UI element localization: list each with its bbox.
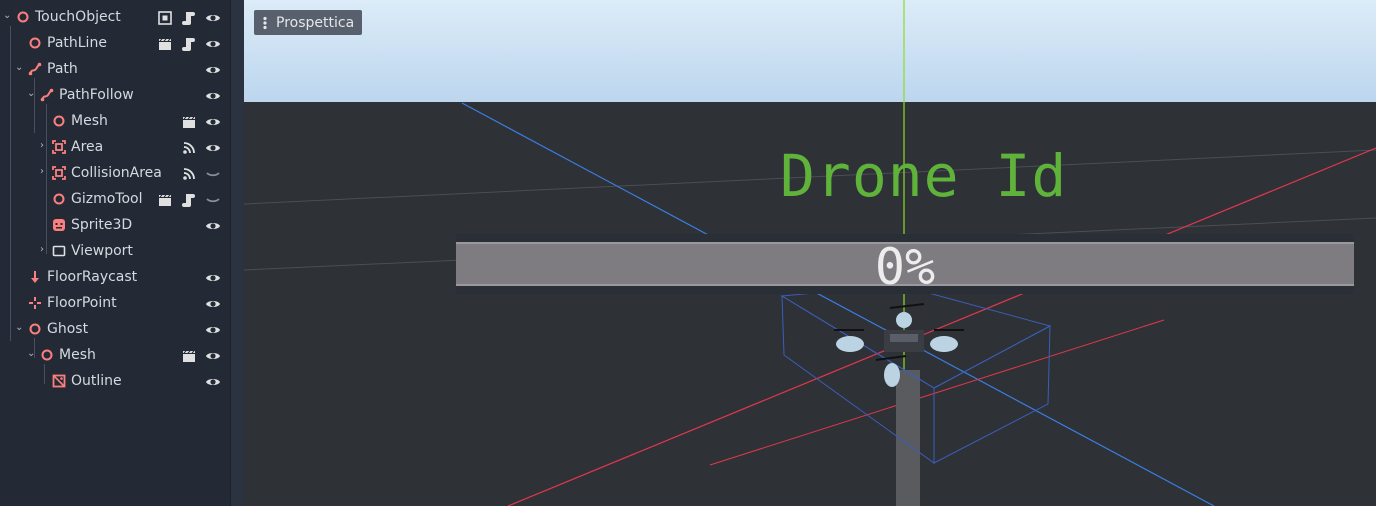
sprite3d-icon: [53, 219, 65, 231]
tree-item-gizmotool[interactable]: GizmoTool: [0, 187, 230, 213]
area-icon: [52, 166, 66, 180]
tree-item-label: Outline: [71, 373, 122, 389]
hidden-eye-icon[interactable]: [205, 166, 221, 182]
visibility-eye-icon[interactable]: [205, 88, 221, 104]
visibility-eye-icon[interactable]: [205, 114, 221, 130]
tree-item-touchobject[interactable]: ⌄ TouchObject: [0, 5, 230, 31]
script-icon[interactable]: [181, 10, 197, 26]
tree-item-label: Mesh: [59, 347, 96, 363]
perspective-menu-button[interactable]: Prospettica: [254, 10, 363, 35]
path-icon: [28, 62, 42, 76]
spatial-node-icon: [29, 323, 41, 335]
signal-icon[interactable]: [181, 166, 197, 182]
tree-item-pathline[interactable]: PathLine: [0, 31, 230, 57]
collapsed-arrow-icon[interactable]: ›: [40, 244, 50, 258]
tree-item-outline[interactable]: Outline: [0, 369, 230, 395]
expand-arrow-icon[interactable]: ⌄: [27, 348, 37, 362]
scene-tree-panel: ⌄ TouchObject PathLine ⌄ Path ⌄ PathFoll…: [0, 0, 230, 506]
drone-id-label: Drone Id: [780, 142, 1068, 210]
collapsed-arrow-icon[interactable]: ›: [40, 166, 50, 180]
visibility-eye-icon[interactable]: [205, 140, 221, 156]
tree-item-label: Ghost: [47, 321, 89, 337]
tree-item-label: Sprite3D: [71, 217, 133, 233]
tree-item-collisionarea[interactable]: › CollisionArea: [0, 161, 230, 187]
tree-item-label: FloorPoint: [47, 295, 117, 311]
position3d-icon: [29, 297, 41, 309]
mesh-instance-icon: [52, 374, 66, 388]
tree-item-floorpoint[interactable]: FloorPoint: [0, 291, 230, 317]
progress-text: 0%: [874, 238, 936, 296]
visibility-eye-icon[interactable]: [205, 296, 221, 312]
tree-item-path[interactable]: ⌄ Path: [0, 57, 230, 83]
signal-icon[interactable]: [181, 140, 197, 156]
view-mode-label: Prospettica: [276, 14, 355, 31]
script-icon[interactable]: [181, 192, 197, 208]
tree-item-label: PathLine: [47, 35, 107, 51]
tree-item-pathfollow[interactable]: ⌄ PathFollow: [0, 83, 230, 109]
clapperboard-icon[interactable]: [157, 192, 173, 208]
visibility-eye-icon[interactable]: [205, 62, 221, 78]
raycast-icon: [31, 271, 39, 283]
3d-viewport[interactable]: Prospettica Drone Id 0%: [244, 0, 1376, 506]
collapsed-arrow-icon[interactable]: ›: [40, 140, 50, 154]
group-select-icon[interactable]: [157, 10, 173, 26]
tree-item-label: Path: [47, 61, 78, 77]
spatial-node-icon: [17, 11, 29, 23]
tree-item-area[interactable]: › Area: [0, 135, 230, 161]
spatial-node-icon: [29, 37, 41, 49]
tree-item-label: CollisionArea: [71, 165, 162, 181]
visibility-eye-icon[interactable]: [205, 374, 221, 390]
expand-arrow-icon[interactable]: ⌄: [27, 88, 37, 102]
visibility-eye-icon[interactable]: [205, 348, 221, 364]
tree-item-floorraycast[interactable]: FloorRaycast: [0, 265, 230, 291]
tree-item-label: TouchObject: [35, 9, 121, 25]
tree-item-mesh[interactable]: Mesh: [0, 109, 230, 135]
path-follow-icon: [40, 88, 54, 102]
visibility-eye-icon[interactable]: [205, 218, 221, 234]
hidden-eye-icon[interactable]: [205, 192, 221, 208]
viewport-icon: [52, 245, 66, 257]
tree-item-label: FloorRaycast: [47, 269, 138, 285]
visibility-eye-icon[interactable]: [205, 322, 221, 338]
expand-arrow-icon[interactable]: ⌄: [15, 62, 25, 76]
panel-splitter[interactable]: [230, 0, 245, 506]
spatial-node-icon: [53, 115, 65, 127]
tree-item-label: Viewport: [71, 243, 133, 259]
sky: [244, 0, 1376, 102]
expand-arrow-icon[interactable]: ⌄: [3, 10, 13, 24]
progress-bar: 0%: [456, 234, 1354, 296]
clapperboard-icon[interactable]: [181, 114, 197, 130]
visibility-eye-icon[interactable]: [205, 10, 221, 26]
visibility-eye-icon[interactable]: [205, 270, 221, 286]
spatial-node-icon: [41, 349, 53, 361]
tree-item-label: Mesh: [71, 113, 108, 129]
visibility-eye-icon[interactable]: [205, 36, 221, 52]
tree-item-sprite3d[interactable]: Sprite3D: [0, 213, 230, 239]
tree-item-viewport[interactable]: › Viewport: [0, 239, 230, 265]
script-icon[interactable]: [181, 36, 197, 52]
tree-item-ghost-mesh[interactable]: ⌄ Mesh: [0, 343, 230, 369]
spatial-node-icon: [53, 193, 65, 205]
tree-item-label: GizmoTool: [71, 191, 143, 207]
clapperboard-icon[interactable]: [157, 36, 173, 52]
expand-arrow-icon[interactable]: ⌄: [15, 322, 25, 336]
area-icon: [52, 140, 66, 154]
tree-item-label: Area: [71, 139, 104, 155]
tree-item-ghost[interactable]: ⌄ Ghost: [0, 317, 230, 343]
clapperboard-icon[interactable]: [181, 348, 197, 364]
kebab-menu-icon: [263, 16, 267, 29]
tree-item-label: PathFollow: [59, 87, 134, 103]
